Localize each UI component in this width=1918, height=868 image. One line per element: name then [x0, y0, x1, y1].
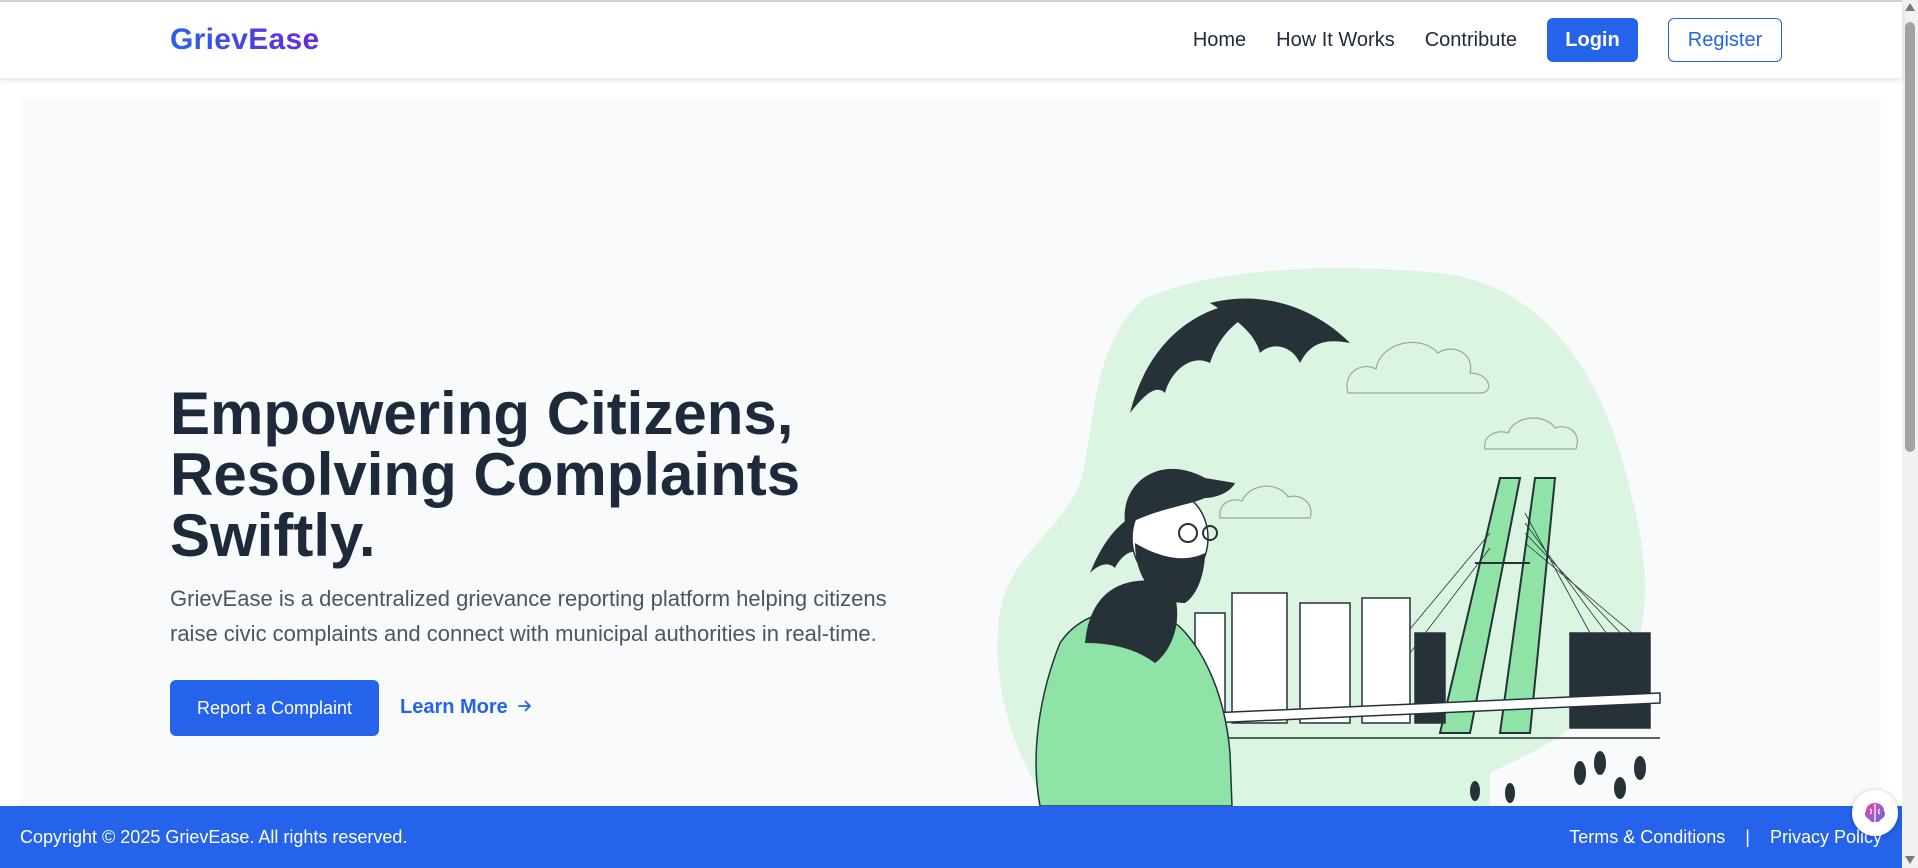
footer-separator: |	[1745, 827, 1750, 847]
hero-description: GrievEase is a decentralized grievance r…	[170, 586, 887, 646]
assistant-brain-icon[interactable]	[1852, 790, 1898, 836]
scrollbar-thumb[interactable]	[1905, 22, 1915, 452]
hero-section: Empowering Citizens, Resolving Complaint…	[20, 98, 1881, 806]
nav-links: Home How It Works Contribute Login Regis…	[1193, 18, 1782, 62]
person-city-bridge-illustration	[997, 268, 1661, 806]
nav-link-how-it-works[interactable]: How It Works	[1276, 29, 1395, 52]
nav-link-contribute[interactable]: Contribute	[1425, 29, 1517, 52]
hero-title: Empowering Citizens, Resolving Complaint…	[170, 383, 930, 566]
footer: Copyright © 2025 GrievEase. All rights r…	[0, 806, 1902, 868]
page-scrollbar[interactable]	[1902, 0, 1918, 868]
register-button[interactable]: Register	[1668, 18, 1782, 62]
nav-link-home[interactable]: Home	[1193, 29, 1246, 52]
brand-logo[interactable]: GrievEase	[170, 23, 319, 57]
learn-more-label: Learn More	[400, 696, 508, 718]
terms-link[interactable]: Terms & Conditions	[1569, 827, 1725, 848]
copyright-text: Copyright © 2025 GrievEase. All rights r…	[20, 827, 408, 847]
report-complaint-button[interactable]: Report a Complaint	[170, 680, 379, 736]
scroll-up-icon[interactable]	[1905, 3, 1915, 11]
login-button[interactable]: Login	[1547, 18, 1638, 62]
hero-title-line: Empowering Citizens,	[170, 380, 794, 447]
hero-title-line: Swiftly.	[170, 502, 376, 569]
navbar: GrievEase Home How It Works Contribute L…	[0, 2, 1902, 78]
scroll-down-icon[interactable]	[1905, 856, 1915, 864]
arrow-right-icon	[517, 696, 532, 719]
learn-more-link[interactable]: Learn More	[400, 696, 532, 719]
hero-title-line: Resolving Complaints	[170, 441, 801, 508]
footer-links: Terms & Conditions | Privacy Policy	[1569, 827, 1882, 848]
